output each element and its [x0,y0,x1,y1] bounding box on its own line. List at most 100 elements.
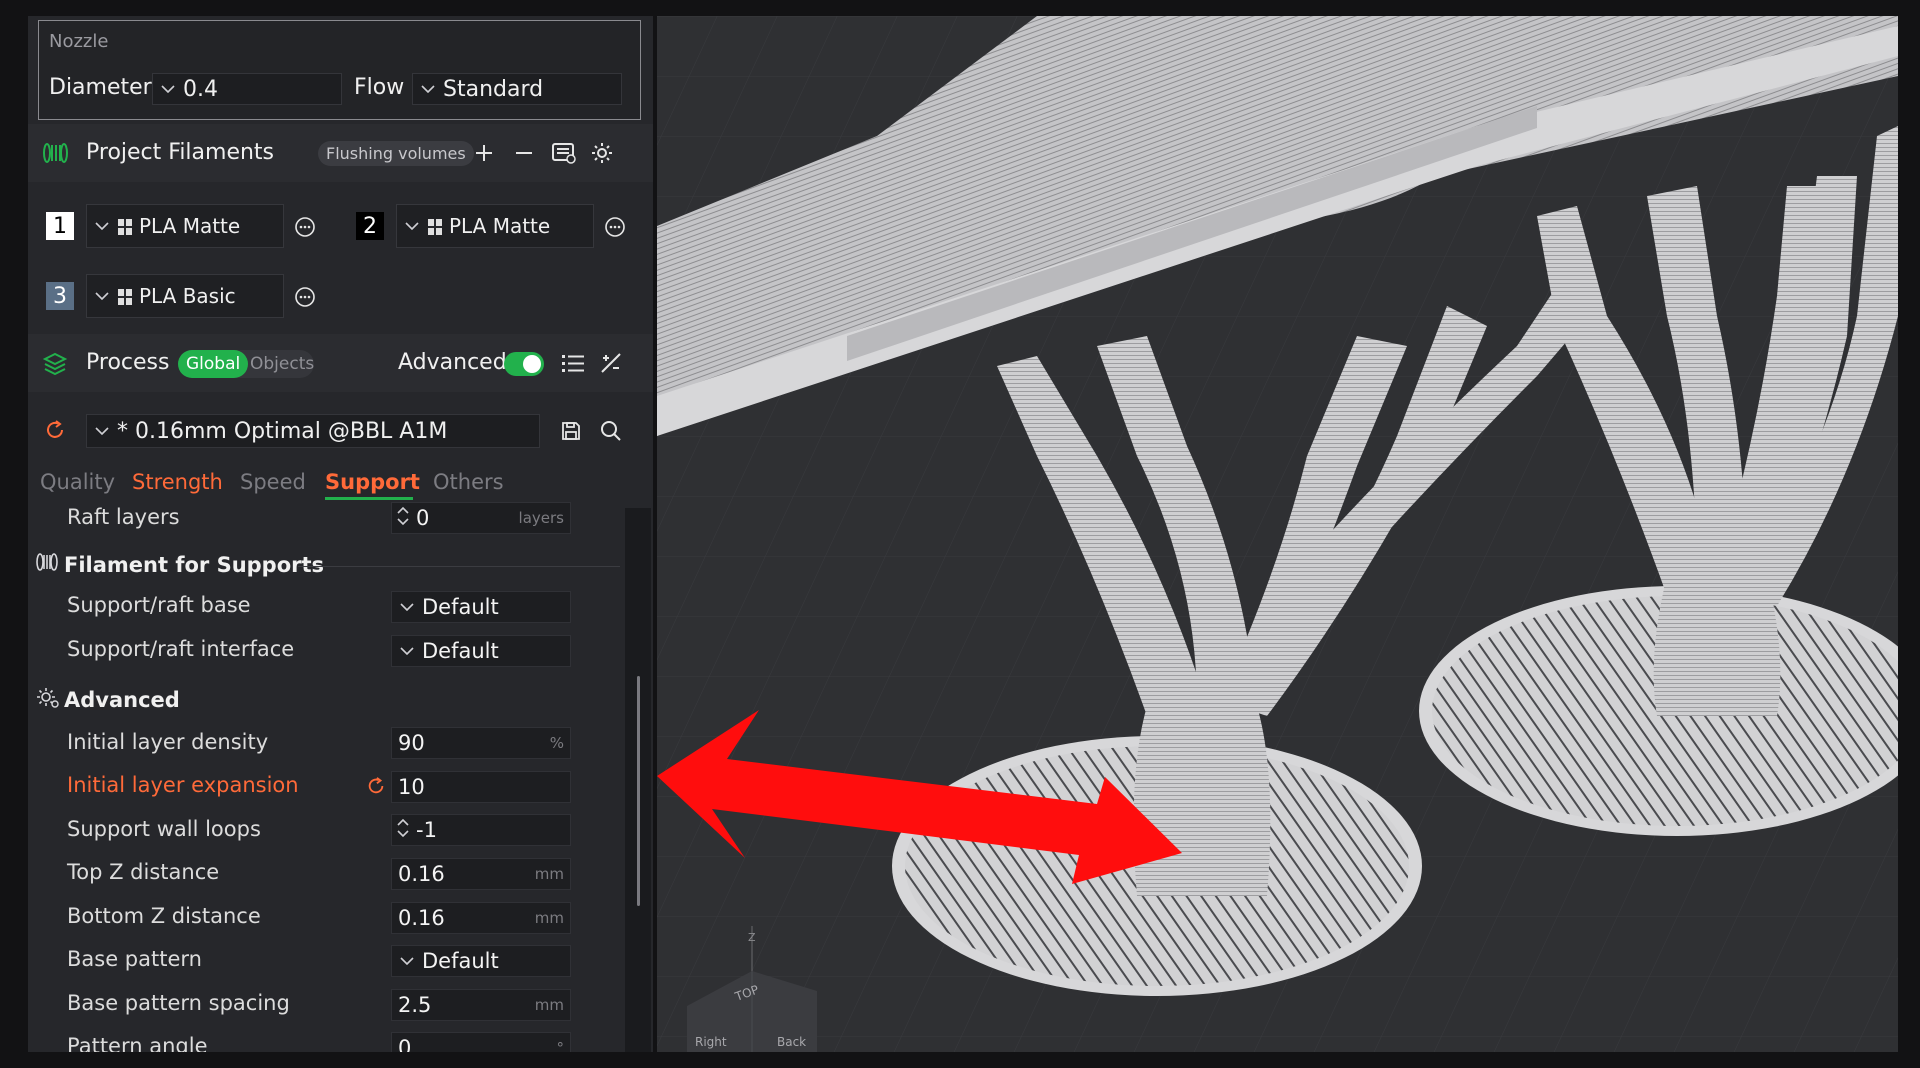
filament-spool-icon [36,552,58,577]
reset-value-icon[interactable] [361,771,391,801]
advanced-group-title: Advanced [64,687,180,712]
group-divider [298,566,620,567]
top-z-distance-unit: mm [534,865,564,883]
filament-3-dropdown[interactable]: PLA Basic [86,274,284,318]
layers-icon [40,348,70,378]
flow-value: Standard [443,76,544,102]
scrollbar-thumb[interactable] [637,676,640,906]
nozzle-title: Nozzle [49,31,109,52]
diameter-dropdown[interactable]: 0.4 [152,73,342,105]
filament-2-more-icon[interactable] [600,212,630,242]
support-base-label: Support/raft base [67,593,251,617]
diameter-value: 0.4 [183,76,218,102]
tab-others[interactable]: Others [433,470,504,494]
gear-icon[interactable] [587,138,617,168]
filament-spool-icon [40,138,70,168]
save-icon[interactable] [556,416,586,446]
filament-1-dropdown[interactable]: PLA Matte [86,204,284,248]
settings-panel: Nozzle Diameter 0.4 Flow Standard Projec… [28,16,653,1052]
filament-supports-group: Filament for Supports [36,552,324,577]
filament-1-name: PLA Matte [139,214,241,238]
filament-number-3: 3 [46,282,74,310]
filament-spool-swatch-icon [117,287,133,305]
filament-number-2: 2 [356,212,384,240]
base-pattern-label: Base pattern [67,947,202,971]
filament-number-1: 1 [46,212,74,240]
filament-spool-swatch-icon [427,217,443,235]
top-z-distance-value: 0.16 [398,862,445,886]
process-preset-name: * 0.16mm Optimal @BBL A1M [117,418,448,444]
base-pattern-spacing-unit: mm [534,996,564,1014]
pattern-angle-value: 0 [398,1036,412,1052]
chevron-down-icon [396,950,418,972]
filament-sync-icon[interactable] [549,138,579,168]
remove-filament-icon[interactable] [509,138,539,168]
initial-layer-expansion-label: Initial layer expansion [67,773,299,797]
base-pattern-dropdown[interactable]: Default [391,945,571,977]
top-z-distance-input[interactable]: 0.16 mm [391,858,571,890]
tab-quality[interactable]: Quality [40,470,115,494]
flushing-volumes-button[interactable]: Flushing volumes [318,141,474,166]
reset-icon[interactable] [40,415,70,445]
tab-strength[interactable]: Strength [132,470,223,494]
project-filaments-header: Project Filaments Flushing volumes [28,124,653,182]
top-z-distance-label: Top Z distance [67,860,220,884]
support-wall-loops-stepper[interactable]: -1 [391,814,571,846]
initial-layer-density-unit: % [549,734,564,752]
bottom-z-distance-input[interactable]: 0.16 mm [391,902,571,934]
global-tab[interactable]: Global [178,350,249,378]
chevron-down-icon [91,215,113,237]
pattern-angle-label: Pattern angle [67,1034,208,1052]
search-icon[interactable] [596,416,626,446]
initial-layer-expansion-value: 10 [398,775,425,799]
tab-support[interactable]: Support [325,470,420,494]
advanced-label: Advanced [398,350,507,375]
base-pattern-spacing-label: Base pattern spacing [67,991,290,1015]
base-pattern-value: Default [422,949,499,973]
add-filament-icon[interactable] [469,138,499,168]
filament-spool-swatch-icon [117,217,133,235]
initial-layer-density-input[interactable]: 90 % [391,727,571,759]
tab-support-underline [325,497,413,500]
raft-layers-unit: layers [518,509,564,527]
bottom-z-distance-value: 0.16 [398,906,445,930]
3d-viewport[interactable]: TOP Right Back Z [657,16,1898,1052]
list-icon[interactable] [558,348,588,378]
tab-speed[interactable]: Speed [240,470,306,494]
chevron-down-icon [401,215,423,237]
process-preset-dropdown[interactable]: * 0.16mm Optimal @BBL A1M [86,414,540,448]
z-axis-label: Z [748,931,756,944]
process-header: Process Global Objects Advanced [28,334,653,392]
advanced-toggle[interactable] [504,352,544,376]
bottom-z-distance-label: Bottom Z distance [67,904,261,928]
base-pattern-spacing-input[interactable]: 2.5 mm [391,989,571,1021]
support-interface-dropdown[interactable]: Default [391,635,571,667]
initial-layer-expansion-input[interactable]: 10 [391,771,571,803]
raft-layers-label: Raft layers [67,505,180,529]
raft-layers-stepper[interactable]: 0 layers [391,502,571,534]
filament-1-more-icon[interactable] [290,212,320,242]
raft-layers-value: 0 [416,506,430,530]
filament-2-name: PLA Matte [449,214,551,238]
flow-dropdown[interactable]: Standard [412,73,622,105]
filament-3-more-icon[interactable] [290,282,320,312]
nozzle-box: Nozzle Diameter 0.4 Flow Standard [38,20,641,120]
project-filaments-title: Project Filaments [86,140,275,165]
process-title: Process [86,350,170,375]
bottom-z-distance-unit: mm [534,909,564,927]
support-base-dropdown[interactable]: Default [391,591,571,623]
chevron-down-icon [91,285,113,307]
navcube-right-label: Right [695,1035,727,1049]
compare-icon[interactable] [596,348,626,378]
chevron-down-icon [157,78,179,100]
pattern-angle-input[interactable]: 0 ° [391,1032,571,1052]
support-interface-label: Support/raft interface [67,637,295,661]
support-base-value: Default [422,595,499,619]
objects-tab[interactable]: Objects [250,350,314,378]
filament-3-name: PLA Basic [139,284,236,308]
initial-layer-density-label: Initial layer density [67,730,269,754]
advanced-group: Advanced [36,685,180,714]
diameter-label: Diameter [49,75,152,100]
flow-label: Flow [354,75,405,100]
filament-2-dropdown[interactable]: PLA Matte [396,204,594,248]
